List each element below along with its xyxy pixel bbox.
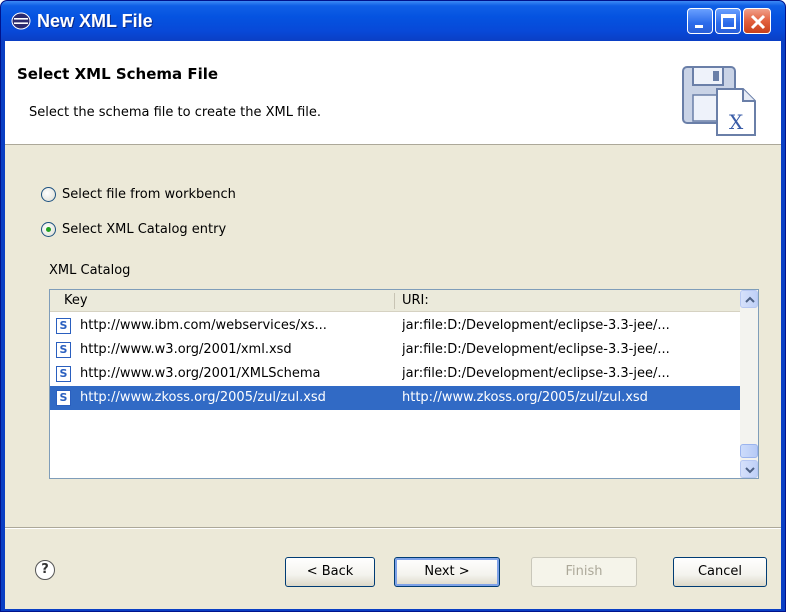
column-header-uri[interactable]: URI:	[402, 293, 429, 308]
xml-file-wizard-icon: X	[682, 66, 756, 136]
eclipse-icon	[11, 12, 31, 30]
schema-file-icon: S	[56, 390, 71, 406]
wizard-header: Select XML Schema File Select the schema…	[5, 41, 781, 145]
window-title: New XML File	[37, 11, 153, 31]
scroll-down-button[interactable]	[740, 460, 758, 478]
schema-file-icon: S	[56, 318, 71, 334]
finish-button[interactable]: Finish	[531, 557, 637, 587]
schema-file-icon: S	[56, 342, 71, 358]
xml-catalog-table[interactable]: Key URI: S http://www.ibm.com/webservice…	[49, 289, 759, 479]
close-icon	[750, 14, 766, 30]
table-row[interactable]: S http://www.w3.org/2001/xml.xsd jar:fil…	[50, 338, 740, 362]
column-separator[interactable]	[394, 293, 395, 309]
radio-label-workbench: Select file from workbench	[62, 187, 236, 202]
column-header-key[interactable]: Key	[64, 293, 88, 308]
help-icon[interactable]: ?	[35, 560, 55, 580]
schema-file-icon: S	[56, 366, 71, 382]
back-button[interactable]: < Back	[285, 557, 375, 587]
radio-select-xml-catalog-entry[interactable]: Select XML Catalog entry	[41, 222, 226, 237]
row-key: http://www.w3.org/2001/xml.xsd	[80, 342, 292, 357]
row-key: http://www.zkoss.org/2005/zul/zul.xsd	[80, 390, 326, 405]
minimize-icon	[695, 25, 703, 28]
title-bar[interactable]: New XML File	[1, 1, 785, 41]
svg-text:X: X	[729, 110, 744, 134]
dialog-client-area: Select XML Schema File Select the schema…	[5, 41, 781, 609]
row-uri: jar:file:D:/Development/eclipse-3.3-jee/…	[402, 342, 670, 357]
table-rows: S http://www.ibm.com/webservices/xs... j…	[50, 314, 740, 410]
xml-catalog-label: XML Catalog	[49, 263, 131, 278]
row-key: http://www.w3.org/2001/XMLSchema	[80, 366, 321, 381]
table-row[interactable]: S http://www.ibm.com/webservices/xs... j…	[50, 314, 740, 338]
radio-button-checked[interactable]	[41, 222, 56, 237]
radio-label-catalog: Select XML Catalog entry	[62, 222, 227, 237]
scroll-thumb[interactable]	[740, 444, 758, 458]
scroll-up-button[interactable]	[740, 290, 758, 308]
table-row-selected[interactable]: S http://www.zkoss.org/2005/zul/zul.xsd …	[50, 386, 740, 410]
dialog-window: New XML File Select XML Schema File Sele…	[0, 0, 786, 612]
table-header: Key URI:	[50, 290, 740, 312]
chevron-up-icon	[745, 296, 755, 303]
chevron-down-icon	[745, 467, 755, 474]
vertical-scrollbar[interactable]	[740, 290, 758, 478]
close-button[interactable]	[743, 8, 771, 34]
cancel-button[interactable]: Cancel	[673, 557, 767, 587]
minimize-button[interactable]	[687, 8, 713, 34]
row-uri: http://www.zkoss.org/2005/zul/zul.xsd	[402, 390, 648, 405]
radio-select-file-from-workbench[interactable]: Select file from workbench	[41, 187, 236, 202]
maximize-button[interactable]	[715, 8, 741, 34]
page-description: Select the schema file to create the XML…	[29, 105, 322, 120]
radio-button-unchecked[interactable]	[41, 187, 56, 202]
row-uri: jar:file:D:/Development/eclipse-3.3-jee/…	[402, 366, 670, 381]
table-row[interactable]: S http://www.w3.org/2001/XMLSchema jar:f…	[50, 362, 740, 386]
page-title: Select XML Schema File	[17, 65, 219, 83]
next-button[interactable]: Next >	[394, 557, 500, 587]
row-key: http://www.ibm.com/webservices/xs...	[80, 318, 327, 333]
maximize-icon	[721, 14, 736, 29]
row-uri: jar:file:D:/Development/eclipse-3.3-jee/…	[402, 318, 670, 333]
footer-separator-highlight	[5, 528, 781, 529]
